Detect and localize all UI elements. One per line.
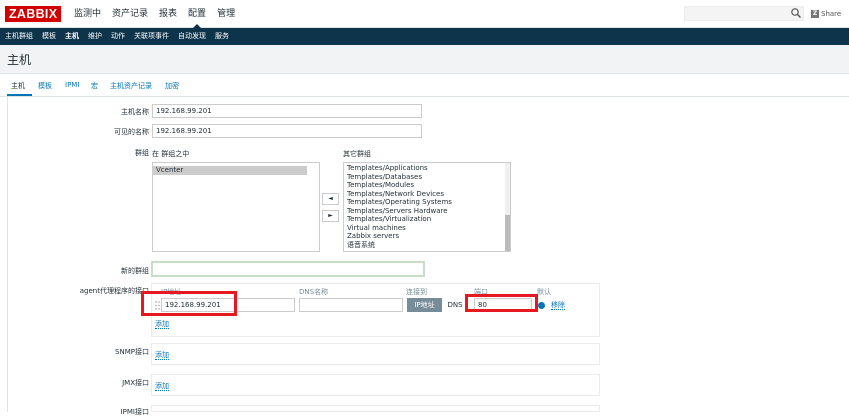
move-right-button[interactable]: ► xyxy=(322,210,339,222)
snmp-interface-box xyxy=(151,343,600,365)
tab-encryption[interactable]: 加密 xyxy=(165,81,179,91)
ipmi-interface-label: IPMI接口 xyxy=(120,408,149,416)
host-form: 主机名称 192.168.99.201 可见的名称 192.168.99.201… xyxy=(7,97,849,416)
snmp-add-link[interactable]: 添加 xyxy=(155,351,169,360)
tab-macros[interactable]: 宏 xyxy=(91,81,98,91)
main-menu: 监测中 资产记录 报表 配置 管理 xyxy=(74,0,246,28)
new-group-label: 新的群组 xyxy=(121,267,149,275)
port-highlight-box xyxy=(465,294,538,312)
connect-dns-button[interactable]: DNS xyxy=(444,298,466,312)
submenu-discovery[interactable]: 自动发现 xyxy=(178,28,206,45)
new-group-input[interactable] xyxy=(151,261,425,277)
list-item[interactable]: Virtual machines xyxy=(344,224,510,233)
menu-inventory[interactable]: 资产记录 xyxy=(112,0,148,28)
hostname-input[interactable]: 192.168.99.201 xyxy=(152,104,422,118)
submenu-correlation[interactable]: 关联项事件 xyxy=(134,28,169,45)
other-groups-list[interactable]: Templates/Applications Templates/Databas… xyxy=(343,162,511,252)
col-dns-header: DNS名称 xyxy=(299,288,329,296)
other-groups-label: 其它群组 xyxy=(343,150,371,158)
page-title: 主机 xyxy=(7,53,32,67)
move-left-button[interactable]: ◄ xyxy=(322,193,339,205)
remove-link[interactable]: 移除 xyxy=(551,301,565,310)
submenu-maintenance[interactable]: 维护 xyxy=(88,28,102,45)
search-input[interactable] xyxy=(684,6,804,21)
page-header: 主机 xyxy=(0,45,849,74)
submenu-services[interactable]: 服务 xyxy=(215,28,229,45)
ipmi-interface-box xyxy=(151,405,600,412)
search-icon[interactable] xyxy=(790,7,802,19)
menu-reports[interactable]: 报表 xyxy=(159,0,177,28)
jmx-interface-label: JMX接口 xyxy=(122,379,149,387)
tab-templates[interactable]: 模板 xyxy=(38,81,52,91)
in-groups-list[interactable]: Vcenter xyxy=(152,162,320,252)
list-item[interactable]: Templates/Network Devices xyxy=(344,190,510,199)
sub-navigation-bar: 主机群组 模板 主机 维护 动作 关联项事件 自动发现 服务 xyxy=(0,28,849,45)
menu-configuration[interactable]: 配置 xyxy=(188,0,206,28)
connect-ip-button[interactable]: IP地址 xyxy=(407,298,442,312)
list-item[interactable]: Templates/Servers Hardware xyxy=(344,207,510,216)
active-tab-indicator xyxy=(7,94,32,96)
submenu-host-groups[interactable]: 主机群组 xyxy=(5,28,33,45)
jmx-interface-box xyxy=(151,374,600,396)
list-item[interactable]: Templates/Operating Systems xyxy=(344,198,510,207)
groups-label: 群组 xyxy=(135,149,149,157)
col-connect-header: 连接到 xyxy=(406,288,427,296)
jmx-add-link[interactable]: 添加 xyxy=(155,382,169,391)
zabbix-logo[interactable]: ZABBIX xyxy=(5,6,62,22)
submenu-templates[interactable]: 模板 xyxy=(42,28,56,45)
submenu-actions[interactable]: 动作 xyxy=(111,28,125,45)
share-icon: Z xyxy=(811,10,819,18)
scrollbar-thumb[interactable] xyxy=(505,215,510,251)
agent-interface-label: agent代理程序的接口 xyxy=(79,287,149,295)
list-item[interactable]: Templates/Virtualization xyxy=(344,215,510,224)
top-navigation-bar: ZABBIX 监测中 资产记录 报表 配置 管理 Z Share xyxy=(0,0,849,28)
list-item[interactable]: 语音系统 xyxy=(344,241,510,250)
menu-monitoring[interactable]: 监测中 xyxy=(74,0,101,28)
agent-add-link[interactable]: 添加 xyxy=(155,320,169,329)
in-groups-label: 在 群组之中 xyxy=(152,150,190,158)
list-item[interactable]: Zabbix servers xyxy=(344,232,510,241)
col-default-header: 默认 xyxy=(537,288,551,296)
share-label: Share xyxy=(821,10,842,18)
tab-ipmi[interactable]: IPMI xyxy=(65,81,79,89)
submenu-hosts[interactable]: 主机 xyxy=(65,28,79,45)
tab-host[interactable]: 主机 xyxy=(11,81,25,91)
default-radio[interactable] xyxy=(538,302,545,309)
visible-name-input[interactable]: 192.168.99.201 xyxy=(152,124,422,138)
tab-inventory[interactable]: 主机资产记录 xyxy=(110,81,152,91)
visible-name-label: 可见的名称 xyxy=(114,128,149,136)
menu-administration[interactable]: 管理 xyxy=(217,0,235,28)
list-item[interactable]: Vcenter xyxy=(153,166,307,175)
list-item[interactable]: Templates/Databases xyxy=(344,173,510,182)
share-link[interactable]: Z Share xyxy=(811,8,841,20)
agent-dns-input[interactable] xyxy=(299,298,403,312)
snmp-interface-label: SNMP接口 xyxy=(115,348,149,356)
list-item[interactable]: Templates/Modules xyxy=(344,181,510,190)
hostname-label: 主机名称 xyxy=(121,108,149,116)
ip-highlight-box xyxy=(141,291,237,316)
form-tabs: 主机 模板 IPMI 宏 主机资产记录 加密 xyxy=(0,74,849,97)
list-scrollbar[interactable] xyxy=(505,163,510,251)
list-item[interactable]: Templates/Applications xyxy=(344,164,510,173)
